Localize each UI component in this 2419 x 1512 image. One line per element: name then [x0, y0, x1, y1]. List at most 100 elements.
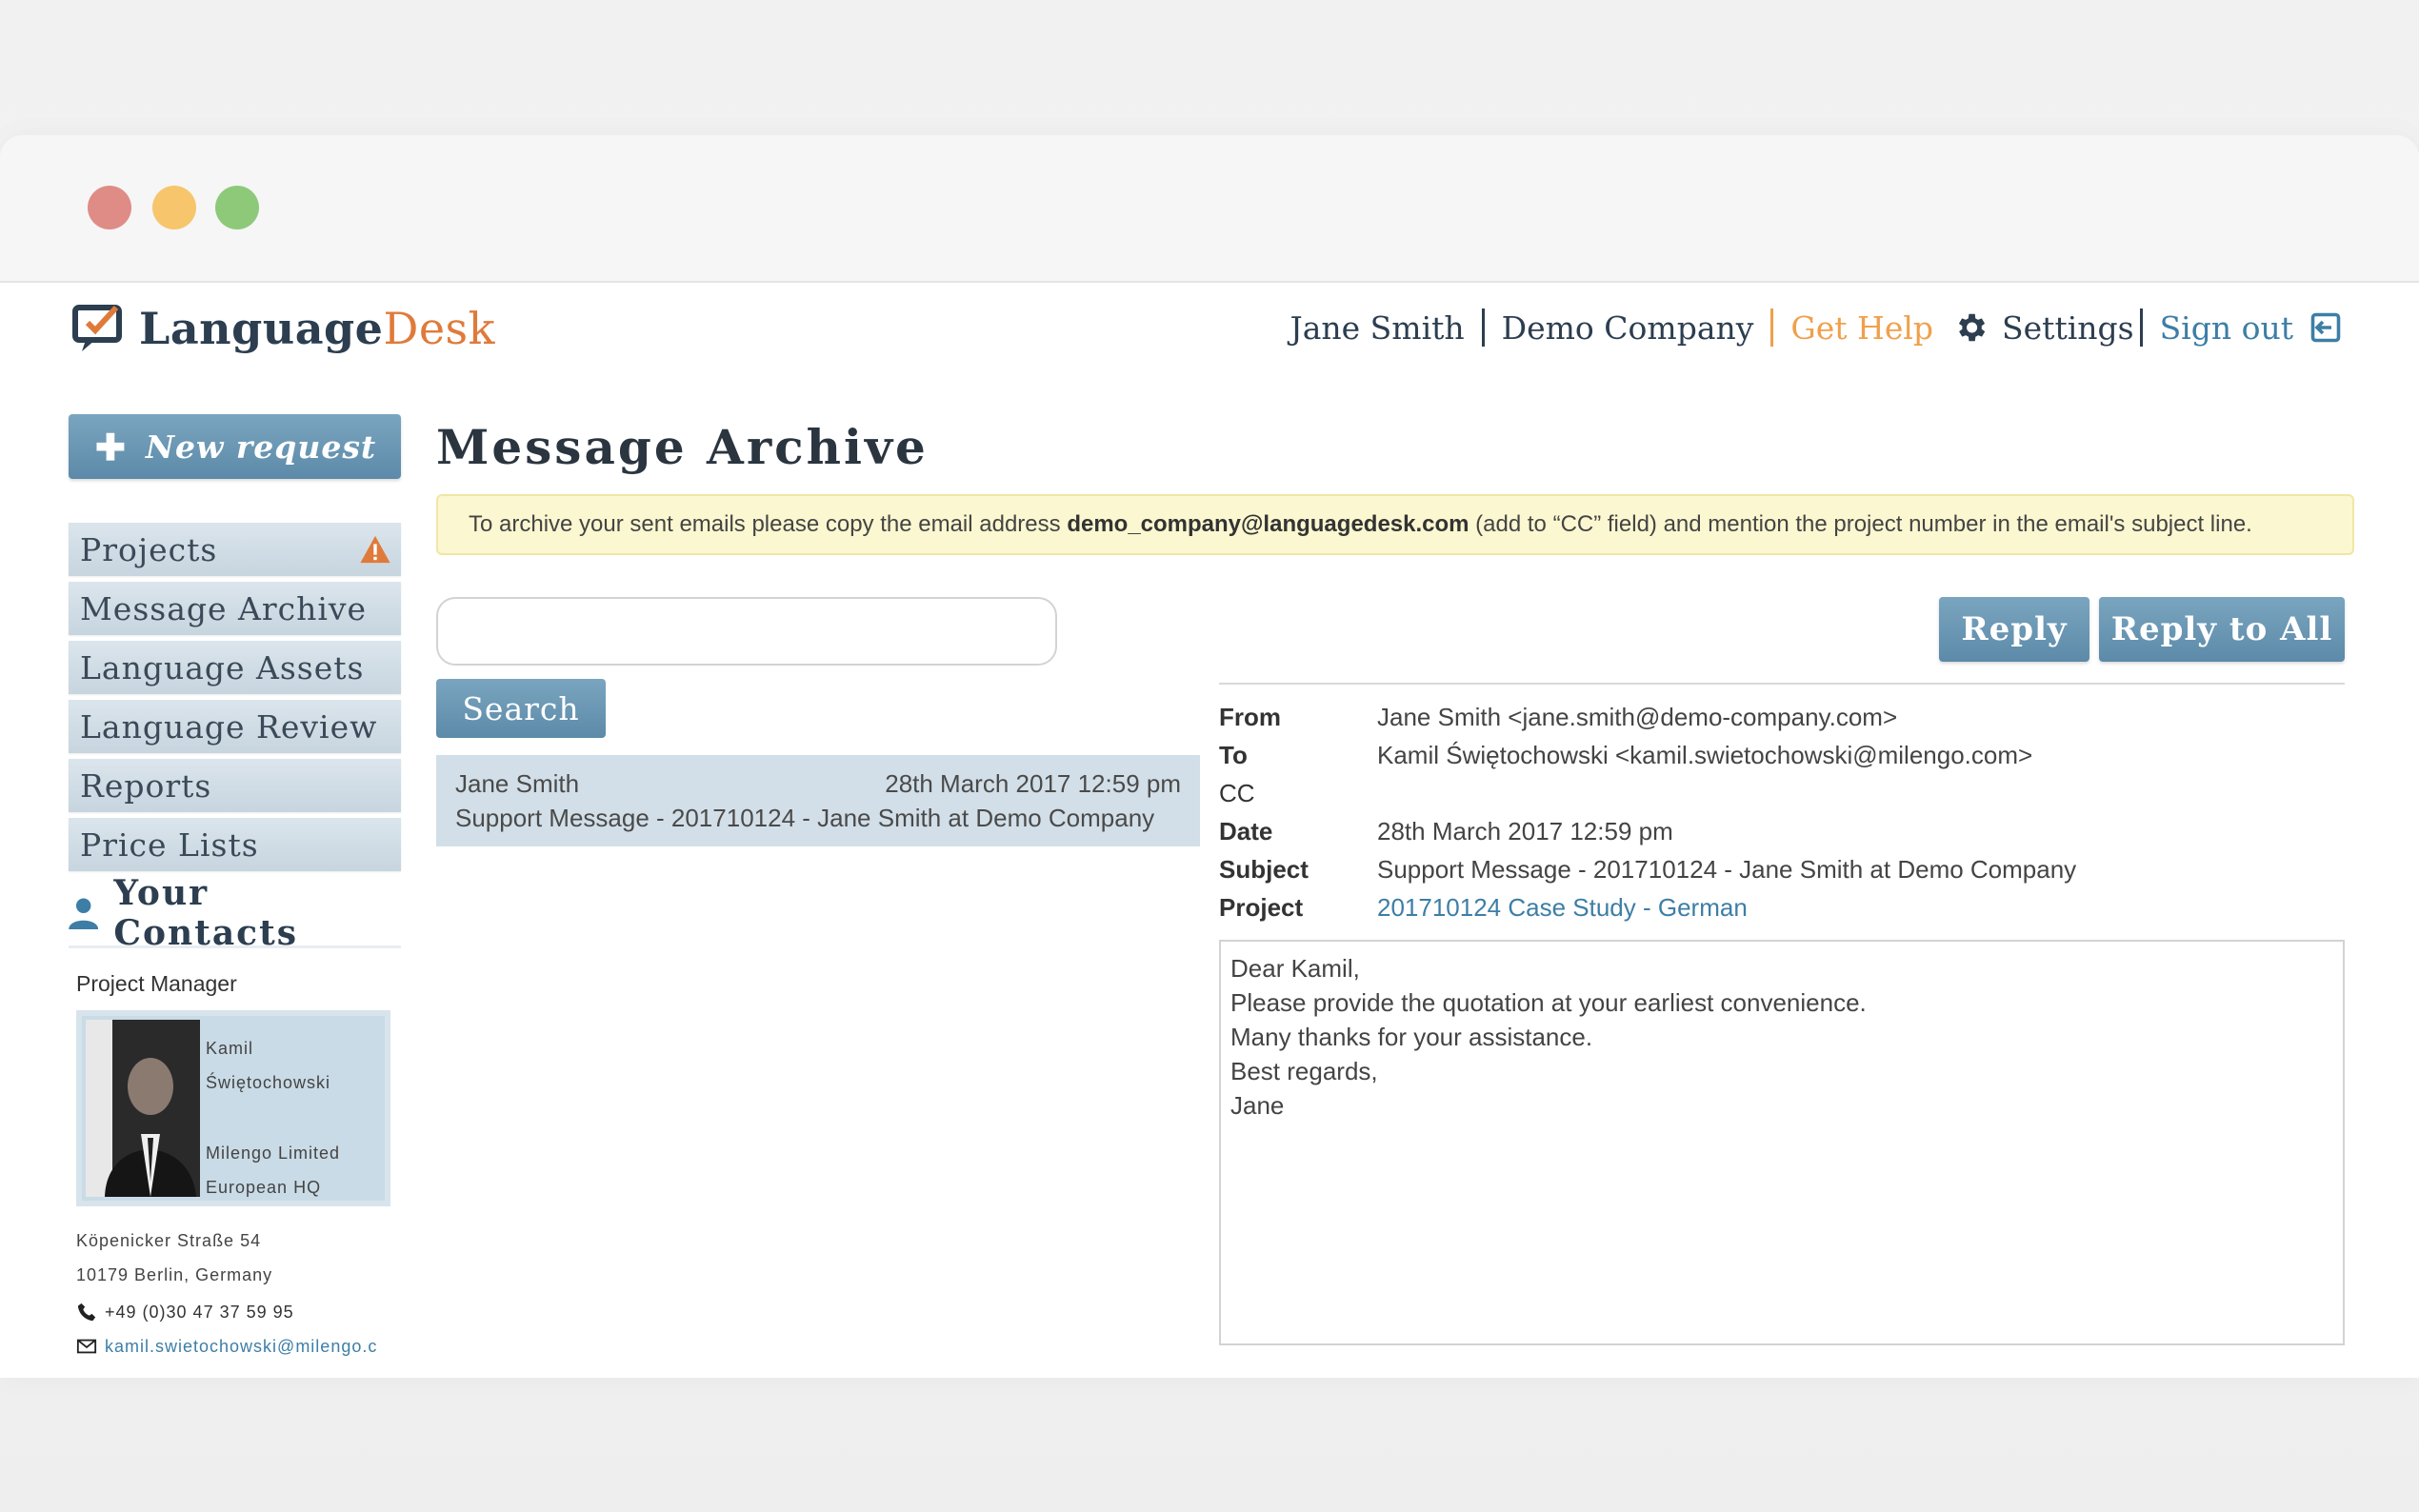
detail-label: CC [1219, 778, 1255, 807]
person-photo-icon [86, 1020, 200, 1197]
logo-text: LanguageDesk [139, 303, 495, 354]
logo-text-language: Language [139, 303, 384, 354]
detail-label: Date [1219, 816, 1273, 846]
message-body: Dear Kamil, Please provide the quotation… [1219, 940, 2345, 1345]
sidebar-item-label: Language Assets [80, 648, 365, 686]
gear-icon[interactable] [1952, 309, 1989, 346]
contact-role: Project Manager [76, 971, 237, 996]
person-icon [69, 898, 99, 929]
contact-email[interactable]: kamil.swietochowski@milengo.c [76, 1332, 401, 1361]
detail-row-cc: CC [1219, 774, 2345, 812]
nav-divider [2139, 308, 2143, 347]
contact-photo [86, 1020, 200, 1197]
plus-icon: ✚ [95, 425, 127, 468]
contact-organization: Milengo Limited European HQ [206, 1136, 340, 1204]
sidebar-item-label: Reports [80, 766, 212, 805]
logo-chat-check-icon [72, 305, 122, 351]
sidebar-menu: Projects Message Archive Language Assets… [69, 523, 401, 871]
reply-button[interactable]: Reply [1939, 597, 2089, 662]
browser-window: LanguageDesk Jane Smith Demo Company Get… [0, 135, 2419, 1378]
message-detail: From Jane Smith <jane.smith@demo-company… [1219, 683, 2345, 1345]
search-button[interactable]: Search [436, 679, 606, 738]
detail-row-to: To Kamil Świętochowski <kamil.swietochow… [1219, 736, 2345, 774]
page-title: Message Archive [436, 419, 929, 475]
contact-org-line2: European HQ [206, 1178, 322, 1197]
reply-all-button[interactable]: Reply to All [2099, 597, 2345, 662]
sidebar-item-label: Price Lists [80, 826, 259, 864]
detail-row-date: Date 28th March 2017 12:59 pm [1219, 812, 2345, 850]
sign-out-link[interactable]: Sign out [2160, 309, 2293, 347]
message-body-line: Jane [1230, 1091, 1285, 1120]
main-content: Message Archive To archive your sent ema… [436, 414, 2354, 1345]
detail-row-project: Project 201710124 Case Study - German [1219, 888, 2345, 926]
notice-text-end: (add to “CC” field) and mention the proj… [1469, 511, 2252, 537]
search-input[interactable] [436, 597, 1057, 666]
contact-email-address[interactable]: kamil.swietochowski@milengo.c [105, 1332, 377, 1361]
settings-link[interactable]: Settings [2002, 309, 2134, 347]
sidebar-item-reports[interactable]: Reports [69, 759, 401, 812]
sidebar-item-projects[interactable]: Projects [69, 523, 401, 576]
company-link[interactable]: Demo Company [1502, 309, 1754, 347]
message-date: 28th March 2017 12:59 pm [885, 769, 1181, 798]
contact-last-name: Świętochowski [206, 1073, 331, 1092]
page: LanguageDesk Jane Smith Demo Company Get… [0, 283, 2419, 1378]
contact-phone: +49 (0)30 47 37 59 95 [76, 1298, 401, 1326]
nav-divider [1481, 308, 1485, 347]
user-name-link[interactable]: Jane Smith [1290, 309, 1465, 347]
message-body-line: Best regards, [1230, 1057, 1378, 1085]
maximize-window-dot[interactable] [215, 186, 259, 229]
top-navigation: Jane Smith Demo Company Get Help Setting… [1290, 304, 2344, 351]
your-contacts-label: Your Contacts [113, 873, 298, 953]
new-request-label: New request [145, 428, 377, 466]
sidebar-item-label: Language Review [80, 707, 378, 746]
detail-row-subject: Subject Support Message - 201710124 - Ja… [1219, 850, 2345, 888]
contact-name: Kamil Świętochowski [206, 1031, 330, 1100]
window-titlebar [0, 135, 2419, 283]
detail-row-from: From Jane Smith <jane.smith@demo-company… [1219, 698, 2345, 736]
sidebar: ✚ New request Projects Message Archive L… [69, 414, 401, 1361]
contact-first-name: Kamil [206, 1039, 254, 1058]
sidebar-item-language-assets[interactable]: Language Assets [69, 641, 401, 694]
message-actions: Reply Reply to All [1929, 597, 2345, 662]
sidebar-item-price-lists[interactable]: Price Lists [69, 818, 401, 871]
detail-label: Project [1219, 892, 1304, 922]
notice-text: To archive your sent emails please copy … [469, 511, 1068, 537]
message-subject: Support Message - 201710124 - Jane Smith… [455, 804, 1155, 832]
detail-date: 28th March 2017 12:59 pm [1377, 816, 1673, 846]
envelope-icon [76, 1339, 97, 1354]
logo-text-desk: Desk [383, 303, 496, 354]
contact-card: Project Manager Kamil Świętochowski Mile… [69, 945, 401, 1361]
detail-subject: Support Message - 201710124 - Jane Smith… [1377, 854, 2077, 884]
detail-to: Kamil Świętochowski <kamil.swietochowski… [1377, 740, 2033, 769]
contact-phone-number: +49 (0)30 47 37 59 95 [105, 1303, 294, 1322]
message-body-line: Dear Kamil, [1230, 954, 1360, 983]
detail-from: Jane Smith <jane.smith@demo-company.com> [1377, 702, 1898, 731]
contact-profile-box: Kamil Świętochowski Milengo Limited Euro… [76, 1010, 390, 1206]
get-help-link[interactable]: Get Help [1790, 309, 1933, 347]
sidebar-item-language-review[interactable]: Language Review [69, 700, 401, 753]
sidebar-item-message-archive[interactable]: Message Archive [69, 582, 401, 635]
detail-label: From [1219, 702, 1281, 731]
sign-out-icon[interactable] [2309, 310, 2343, 345]
contact-org-line1: Milengo Limited [206, 1144, 341, 1163]
languagedesk-logo[interactable]: LanguageDesk [72, 300, 495, 357]
detail-project-link[interactable]: 201710124 Case Study - German [1377, 893, 1748, 923]
contact-address: Köpenicker Straße 54 10179 Berlin, Germa… [76, 1224, 401, 1292]
detail-label: To [1219, 740, 1248, 769]
sidebar-item-label: Message Archive [80, 589, 368, 627]
new-request-button[interactable]: ✚ New request [69, 414, 401, 479]
your-contacts-heading: Your Contacts [69, 873, 401, 953]
contact-city: 10179 Berlin, Germany [76, 1265, 273, 1284]
message-body-line: Please provide the quotation at your ear… [1230, 988, 1867, 1017]
nav-divider [1770, 308, 1774, 347]
message-sender: Jane Smith [455, 769, 580, 798]
archive-notice: To archive your sent emails please copy … [436, 494, 2354, 555]
message-list-item[interactable]: Jane Smith 28th March 2017 12:59 pm Supp… [436, 755, 1200, 846]
close-window-dot[interactable] [88, 186, 131, 229]
minimize-window-dot[interactable] [152, 186, 196, 229]
contact-street: Köpenicker Straße 54 [76, 1231, 262, 1250]
warning-icon [360, 535, 390, 564]
phone-icon [77, 1303, 96, 1322]
detail-label: Subject [1219, 854, 1309, 884]
sidebar-item-label: Projects [80, 530, 218, 568]
